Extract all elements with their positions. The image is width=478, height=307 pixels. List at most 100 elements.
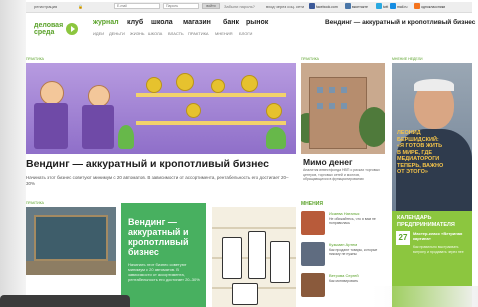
cartoon-figure	[222, 237, 242, 279]
site-logo[interactable]: деловая среда	[34, 20, 78, 42]
character-body	[82, 105, 114, 149]
odnoklassniki-label: одноклассники	[421, 5, 446, 9]
subnav-zhizn[interactable]: жизнь	[130, 31, 145, 36]
interview-section-label: мнение недели	[392, 57, 423, 61]
odnoklassniki-icon	[414, 3, 420, 9]
opinion-author: Кузьмин Артем	[329, 242, 358, 247]
tree	[359, 107, 385, 147]
row2-section-label: практика	[26, 201, 45, 205]
calendar-event-title[interactable]: Мастер-класс «Ветриная картина»	[413, 231, 469, 241]
shelf	[136, 93, 286, 97]
green-title-line: Вендинг —	[128, 217, 177, 227]
green-title-line: бизнес	[128, 247, 159, 257]
odnoklassniki-login[interactable]: одноклассники	[414, 3, 445, 10]
subnav-shkola[interactable]: школа	[148, 31, 162, 36]
calendar-heading: календарь предпринимателя	[397, 215, 469, 228]
twitter-login[interactable]: twit	[376, 3, 388, 10]
nav-item-shkola[interactable]: школа	[151, 19, 173, 26]
social-login-label: вход через соц. сети	[266, 4, 305, 9]
window	[329, 87, 335, 93]
portrait-hair	[414, 79, 454, 91]
window	[341, 103, 347, 109]
play-bubble-icon	[66, 23, 78, 35]
green-card-title: Вендинг — аккуратный и кропотливый бизне…	[128, 217, 202, 257]
page-edge-shadow	[0, 0, 26, 307]
password-field[interactable]	[163, 3, 199, 9]
opinions-heading[interactable]: мнения	[301, 201, 323, 207]
hero-section-label: практика	[26, 57, 45, 61]
dark-footer-tab	[0, 295, 130, 307]
calendar-date: 27	[396, 231, 410, 245]
nav-item-bank[interactable]: банк	[223, 19, 239, 26]
opinion-text: Как продают товары, которые никому не ну…	[329, 248, 378, 257]
coin	[146, 77, 162, 93]
subnav-idei[interactable]: идеи	[93, 31, 104, 36]
twitter-label: twit	[383, 5, 389, 9]
opinion-text: Не обижайтесь, что я вам не понравилась	[329, 217, 376, 226]
opinion-author: Исаева Наталья	[329, 211, 360, 216]
coin	[266, 103, 282, 119]
window	[341, 87, 347, 93]
second-title[interactable]: Мимо денег	[303, 157, 353, 167]
cartoon-figure	[248, 231, 266, 279]
cartoon-figure	[270, 241, 290, 283]
stripe	[212, 227, 296, 229]
avatar	[301, 273, 325, 297]
calendar-event-desc: Как правильно выстраивать витрину и прод…	[413, 245, 464, 254]
green-card-lead: Начинать этот бизнес советуют минимум с …	[128, 262, 200, 282]
subnav-mneniya[interactable]: мнения	[215, 31, 233, 36]
coin	[176, 73, 194, 91]
vkontakte-login[interactable]: вконтакте	[345, 3, 368, 10]
hero-illustration[interactable]	[26, 63, 296, 154]
hero-title[interactable]: Вендинг — аккуратный и кропотливый бизне…	[26, 158, 269, 170]
opinion-item[interactable]: Исаева Наталья Не обижайтесь, что я вам …	[301, 209, 387, 239]
opinion-item[interactable]: Кузьмин Артем Как продают товары, которы…	[301, 240, 387, 270]
classroom-photo[interactable]	[26, 207, 116, 275]
subnav-praktika[interactable]: практика	[188, 31, 209, 36]
hero-lead: Начинать этот бизнес советуют минимум с …	[26, 175, 289, 186]
nav-item-klub[interactable]: клуб	[127, 19, 143, 26]
window	[317, 87, 323, 93]
second-lead: Аналитик инвестфонда НВП о рисках торгов…	[303, 168, 380, 181]
avatar	[301, 242, 325, 266]
nav-item-magazin[interactable]: магазин	[183, 19, 211, 26]
coin	[211, 79, 225, 93]
login-button[interactable]: войти	[202, 3, 220, 9]
plant	[118, 125, 134, 149]
mailru-login[interactable]: mail.ru	[390, 3, 408, 10]
calendar-heading-line: предпринимателя	[397, 221, 455, 228]
vending-teaser-card[interactable]: Вендинг — аккуратный и кропотливый бизне…	[121, 203, 206, 307]
coin	[241, 75, 258, 92]
logo-text: деловая среда	[34, 22, 63, 36]
twitter-icon	[376, 3, 382, 9]
opinion-text: Как мотивировать	[329, 279, 359, 283]
subnav-dengi[interactable]: деньги	[109, 31, 125, 36]
interview-quote: Леонид Бершидский: «Я готов жить в мире,…	[397, 130, 471, 176]
window	[317, 103, 323, 109]
nav-item-rynok[interactable]: рынок	[246, 19, 268, 26]
green-title-line: аккуратный и	[128, 227, 189, 237]
cartoon-figure	[232, 283, 258, 305]
nav-item-zhurnal[interactable]: журнал	[93, 19, 119, 26]
header-headline[interactable]: Вендинг — аккуратный и кропотливый бизне…	[325, 19, 475, 26]
cartoon-illustration[interactable]	[212, 207, 296, 307]
coin	[186, 103, 201, 118]
mailru-icon	[390, 3, 396, 9]
interview-portrait[interactable]: Леонид Бершидский: «Я готов жить в мире,…	[392, 63, 472, 211]
opinion-author: Ветрова Сергей	[329, 273, 359, 278]
facebook-login[interactable]: facebook.com	[309, 3, 338, 10]
floor	[26, 261, 116, 275]
window	[329, 103, 335, 109]
building-photo[interactable]	[301, 63, 385, 154]
subnav-blogi[interactable]: блоги	[239, 31, 252, 36]
facebook-icon	[309, 3, 315, 9]
email-field[interactable]	[114, 3, 160, 9]
lock-icon: 🔒	[78, 4, 83, 9]
logo-line-2: среда	[34, 29, 55, 36]
quote-line: от этого»	[397, 169, 428, 175]
register-link[interactable]: регистрация	[34, 4, 57, 9]
forgot-password-link[interactable]: Забыли пароль?	[224, 4, 255, 9]
green-title-line: кропотливый	[128, 237, 189, 247]
shelf	[136, 121, 286, 125]
subnav-vlast[interactable]: власть	[168, 31, 184, 36]
